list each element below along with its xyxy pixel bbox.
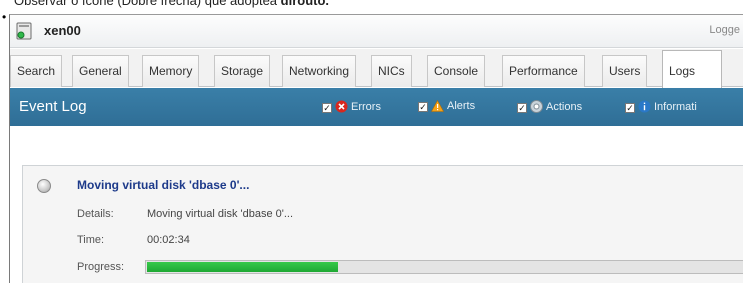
event-name: Moving virtual disk 'dbase 0'... [77, 178, 250, 192]
tab-memory[interactable]: Memory [142, 55, 200, 87]
time-label: Time: [77, 234, 105, 246]
information-checkbox[interactable]: ✓ [625, 103, 635, 113]
tab-users[interactable]: Users [602, 55, 648, 87]
server-icon [16, 22, 32, 40]
bullet-marker: • [2, 10, 7, 24]
details-value: Moving virtual disk 'dbase 0'... [147, 208, 294, 220]
filter-alerts[interactable]: ✓ Alerts [418, 100, 475, 112]
server-title-bar: xen00 Logge [10, 15, 743, 48]
tab-networking[interactable]: Networking [282, 55, 357, 87]
error-icon [335, 100, 348, 113]
tab-performance[interactable]: Performance [502, 55, 585, 87]
logged-in-text: Logge [709, 24, 740, 36]
filter-actions[interactable]: ✓ Actions [517, 100, 582, 113]
filter-errors[interactable]: ✓ Errors [322, 100, 381, 113]
details-label: Details: [77, 208, 114, 220]
progress-bar-fill [147, 262, 338, 272]
alert-icon [431, 100, 444, 112]
tab-nics[interactable]: NICs [371, 55, 412, 87]
event-entry[interactable]: Moving virtual disk 'dbase 0'... Details… [22, 165, 743, 283]
information-icon [638, 100, 651, 113]
tab-search[interactable]: Search [10, 55, 63, 87]
server-name: xen00 [44, 23, 81, 38]
event-log-header: Event Log ✓ Errors ✓ Alerts ✓ Actions ✓ Info… [10, 88, 743, 126]
filter-information[interactable]: ✓ Informati [625, 100, 697, 113]
log-list-area [10, 126, 743, 166]
xencenter-window: xen00 Logge Search General Memory Storag… [9, 14, 743, 283]
event-log-title: Event Log [19, 98, 87, 115]
tab-general[interactable]: General [72, 55, 129, 87]
progress-label: Progress: [77, 261, 125, 273]
caption-text: Observar o ícone (Dobre frecha) que adop… [14, 0, 330, 8]
tab-strip: Search General Memory Storage Networking… [10, 49, 743, 88]
time-value: 00:02:34 [147, 234, 190, 246]
errors-checkbox[interactable]: ✓ [322, 103, 332, 113]
tab-console[interactable]: Console [427, 55, 486, 87]
progress-bar [145, 260, 743, 274]
tab-logs[interactable]: Logs [662, 50, 722, 88]
event-status-icon [37, 179, 51, 193]
alerts-checkbox[interactable]: ✓ [418, 102, 428, 112]
tab-storage[interactable]: Storage [214, 55, 271, 87]
actions-checkbox[interactable]: ✓ [517, 103, 527, 113]
action-gear-icon [530, 100, 543, 113]
